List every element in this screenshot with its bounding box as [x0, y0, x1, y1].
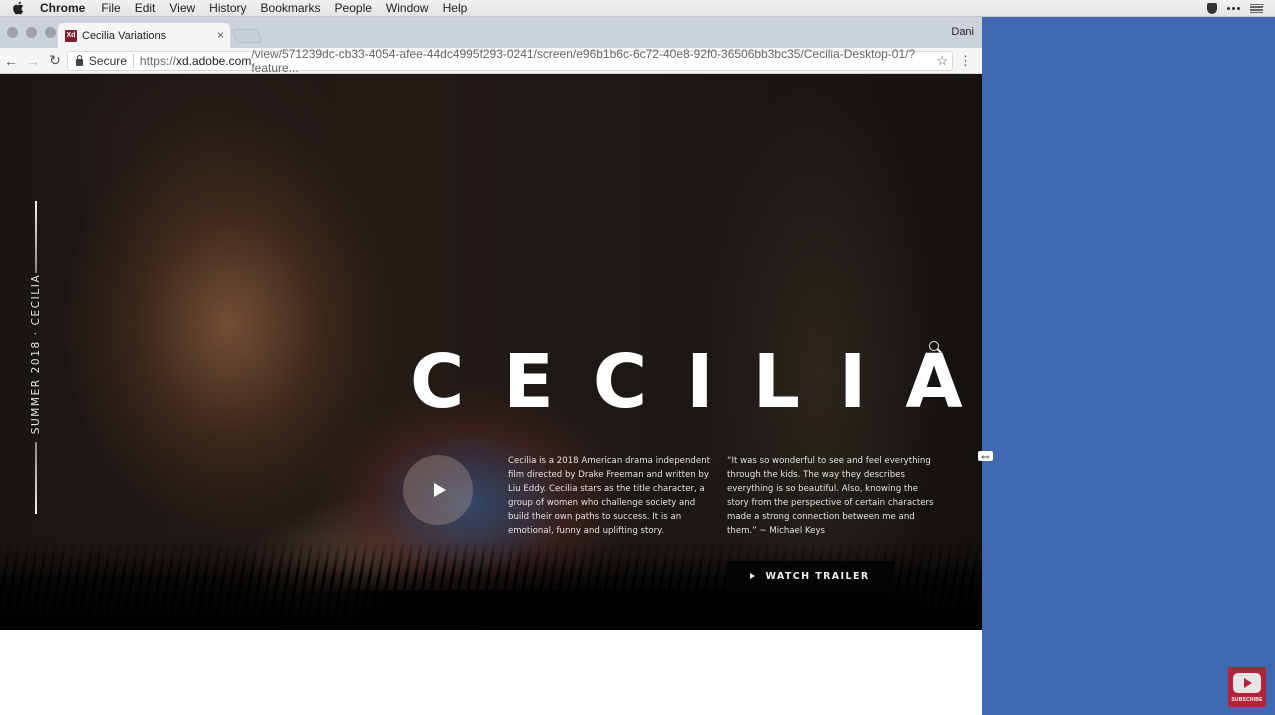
- hero-title: CECILIA: [410, 339, 982, 425]
- menu-app-chrome[interactable]: Chrome: [40, 0, 85, 17]
- back-icon[interactable]: ←: [0, 53, 22, 69]
- watch-trailer-button[interactable]: WATCH TRAILER: [726, 561, 894, 591]
- shield-icon[interactable]: [1207, 3, 1217, 14]
- menu-people[interactable]: People: [335, 0, 372, 17]
- subscribe-label: SUBSCRIBE: [1231, 697, 1263, 703]
- profile-name[interactable]: Dani: [951, 26, 974, 38]
- season-label: SUMMER 2018 · CECILIA: [30, 273, 42, 435]
- youtube-subscribe-button[interactable]: SUBSCRIBE: [1228, 667, 1266, 707]
- tab-cecilia-variations[interactable]: Xd Cecilia Variations ×: [58, 23, 230, 48]
- tab-strip: Xd Cecilia Variations × Dani: [0, 17, 982, 48]
- apple-menu-icon[interactable]: [12, 1, 26, 15]
- adobe-xd-favicon-icon: Xd: [65, 29, 77, 42]
- url-path: /view/571239dc-cb33-4054-afee-44dc4995f2…: [251, 47, 916, 75]
- address-bar[interactable]: Secure https:// xd.adobe.com /view/57123…: [67, 47, 953, 75]
- menu-window[interactable]: Window: [386, 0, 429, 17]
- review-quote: “It was so wonderful to see and feel eve…: [727, 456, 934, 536]
- maximize-window-button[interactable]: [45, 27, 56, 38]
- tab-close-icon[interactable]: ×: [217, 28, 224, 42]
- more-dots-icon[interactable]: [1227, 7, 1240, 10]
- menu-file[interactable]: File: [101, 0, 120, 17]
- lock-icon: [76, 54, 83, 66]
- play-video-button[interactable]: [403, 455, 473, 525]
- url-host: xd.adobe.com: [175, 54, 252, 68]
- menu-edit[interactable]: Edit: [135, 0, 156, 17]
- browser-toolbar: ← → ↻ Secure https:// xd.adobe.com /view…: [0, 47, 982, 75]
- vertical-line-top: [35, 201, 37, 273]
- minimize-window-button[interactable]: [26, 27, 37, 38]
- menubar-status-area: [1207, 0, 1263, 17]
- watch-trailer-label: WATCH TRAILER: [765, 570, 870, 582]
- resize-cursor-icon: ⇔: [978, 448, 993, 463]
- play-icon: [750, 573, 756, 579]
- url-scheme: https://: [139, 54, 176, 68]
- menu-history[interactable]: History: [209, 0, 246, 17]
- menu-view[interactable]: View: [169, 0, 195, 17]
- hero-section: SUMMER 2018 · CECILIA CECILIA Cecilia is…: [0, 74, 982, 630]
- page-viewport: SUMMER 2018 · CECILIA CECILIA Cecilia is…: [0, 74, 982, 715]
- menu-help[interactable]: Help: [443, 0, 468, 17]
- close-window-button[interactable]: [7, 27, 18, 38]
- secure-label[interactable]: Secure: [89, 54, 134, 68]
- reload-icon[interactable]: ↻: [44, 52, 66, 69]
- youtube-logo-icon: [1233, 673, 1261, 693]
- window-controls: [7, 27, 56, 38]
- tab-title: Cecilia Variations: [82, 29, 167, 42]
- desktop-background: [982, 17, 1275, 715]
- chrome-menu-icon[interactable]: ⋮: [959, 53, 972, 69]
- new-tab-button[interactable]: [231, 29, 263, 43]
- film-synopsis: Cecilia is a 2018 American drama indepen…: [508, 456, 710, 536]
- menu-bookmarks[interactable]: Bookmarks: [261, 0, 321, 17]
- notification-list-icon[interactable]: [1250, 3, 1263, 14]
- brush-band-decoration: [300, 590, 950, 620]
- forward-icon[interactable]: →: [22, 53, 44, 69]
- vertical-line-bottom: [35, 442, 37, 514]
- play-icon: [434, 483, 446, 497]
- bookmark-star-icon[interactable]: ☆: [936, 53, 948, 69]
- chrome-window: Xd Cecilia Variations × Dani ← → ↻ Secur…: [0, 17, 982, 715]
- macos-menubar: Chrome File Edit View History Bookmarks …: [0, 0, 1275, 17]
